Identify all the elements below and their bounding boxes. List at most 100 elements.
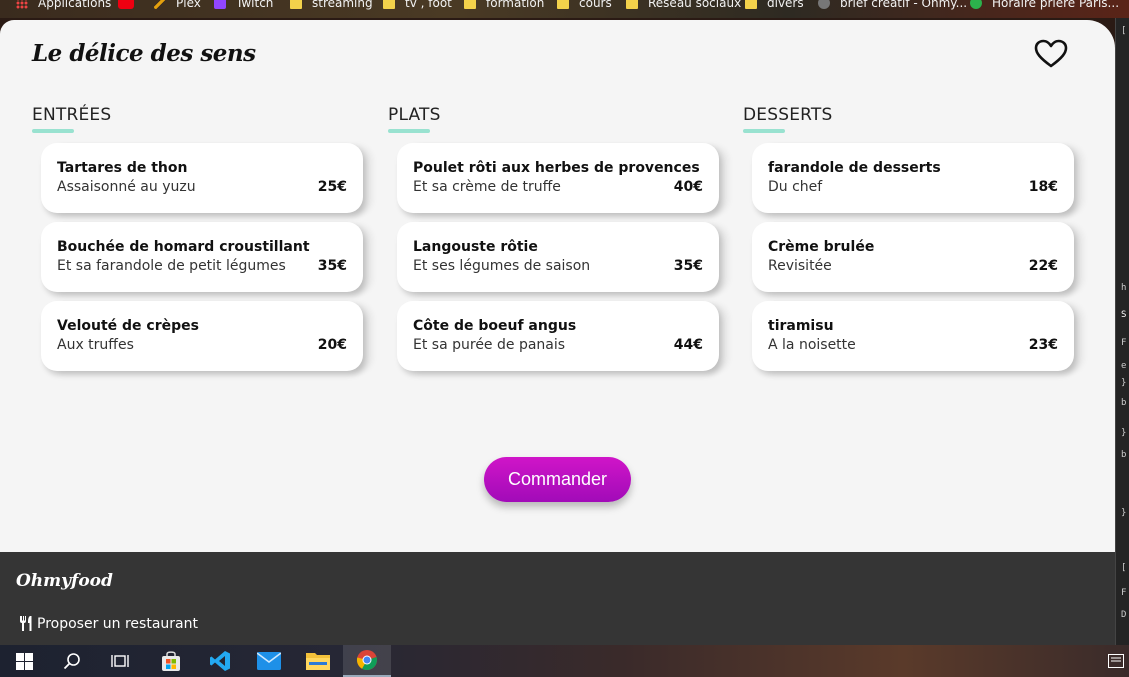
dish-card[interactable]: farandole de desserts Du chef 18€ (752, 143, 1074, 213)
devtools-glyph: h (1121, 283, 1127, 293)
devtools-glyph: [ (1121, 563, 1127, 573)
menu-section-entrees: ENTRÉES Tartares de thon Assaisonné au y… (32, 105, 372, 371)
file-explorer-icon[interactable] (294, 645, 342, 677)
devtools-glyph: [ (1121, 26, 1127, 36)
dish-card[interactable]: Langouste rôtie Et ses légumes de saison… (397, 222, 719, 292)
dish-name: Crème brulée (768, 239, 875, 255)
dish-price: 35€ (317, 258, 347, 274)
folder-icon (383, 0, 395, 9)
propose-restaurant-link[interactable]: Proposer un restaurant (18, 615, 198, 632)
bookmark-streaming[interactable]: streaming (290, 0, 373, 12)
devtools-glyph: D (1121, 610, 1127, 620)
dish-name: farandole de desserts (768, 160, 941, 176)
dish-price: 40€ (673, 179, 703, 195)
devtools-glyph: } (1121, 378, 1127, 388)
section-title: PLATS (388, 105, 441, 125)
bookmark-cours[interactable]: cours (557, 0, 612, 12)
section-underline (388, 129, 430, 133)
leaf-icon (970, 0, 982, 9)
folder-icon (464, 0, 476, 9)
dish-card[interactable]: Tartares de thon Assaisonné au yuzu 25€ (41, 143, 363, 213)
dish-name: Velouté de crèpes (57, 318, 199, 334)
bookmark-tv-foot[interactable]: tv , foot (383, 0, 452, 12)
bookmark-reseau-sociaux[interactable]: Réseau sociaux (626, 0, 741, 12)
mail-icon[interactable] (245, 645, 293, 677)
dish-description: Du chef (768, 179, 823, 195)
dish-name: Bouchée de homard croustillant (57, 239, 310, 255)
dish-description: A la noisette (768, 337, 856, 353)
section-title: ENTRÉES (32, 105, 112, 125)
heart-icon[interactable] (1034, 39, 1068, 69)
bookmark-plex[interactable]: Plex (154, 0, 201, 12)
dish-card[interactable]: Velouté de crèpes Aux truffes 20€ (41, 301, 363, 371)
dish-card[interactable]: Poulet rôti aux herbes de provences Et s… (397, 143, 719, 213)
restaurant-title: Le délice des sens (32, 40, 256, 67)
dish-price: 44€ (673, 337, 703, 353)
store-icon[interactable] (147, 645, 195, 677)
dish-name: Langouste rôtie (413, 239, 538, 255)
dish-description: Et sa purée de panais (413, 337, 566, 353)
section-underline (743, 129, 785, 133)
twitch-icon (214, 0, 226, 9)
folder-icon (290, 0, 302, 9)
dish-description: Et ses légumes de saison (413, 258, 591, 274)
notification-icon[interactable] (1102, 645, 1129, 677)
folder-icon (745, 0, 757, 9)
propose-restaurant-label: Proposer un restaurant (37, 615, 198, 632)
dish-price: 25€ (317, 179, 347, 195)
restaurant-page: Le délice des sens ENTRÉES Tartares de t… (0, 20, 1115, 552)
menu-section-plats: PLATS Poulet rôti aux herbes de provence… (388, 105, 728, 371)
devtools-glyph: b (1121, 398, 1127, 408)
folder-icon (557, 0, 569, 9)
devtools-glyph: } (1121, 508, 1127, 518)
bookmark-twitch[interactable]: Twitch (214, 0, 273, 12)
dish-price: 20€ (317, 337, 347, 353)
dish-name: Poulet rôti aux herbes de provences (413, 160, 700, 176)
folder-icon (626, 0, 638, 9)
section-underline (32, 129, 74, 133)
bookmark-applications[interactable]: Applications (16, 0, 111, 12)
task-view-icon[interactable] (96, 645, 144, 677)
search-icon[interactable] (48, 645, 96, 677)
bookmarks-bar: Applications Plex Twitch streaming tv , … (0, 0, 1129, 18)
dish-description: Revisitée (768, 258, 832, 274)
apps-grid-icon (16, 0, 28, 9)
footer-logo[interactable]: Ohmyfood (16, 571, 113, 591)
dish-card[interactable]: Bouchée de homard croustillant Et sa far… (41, 222, 363, 292)
dish-price: 22€ (1028, 258, 1058, 274)
order-button[interactable]: Commander (484, 457, 631, 502)
devtools-glyph: } (1121, 428, 1127, 438)
menu-section-desserts: DESSERTS farandole de desserts Du chef 1… (743, 105, 1083, 371)
chrome-icon[interactable] (343, 645, 391, 677)
youtube-icon (118, 0, 134, 9)
dish-card[interactable]: Crème brulée Revisitée 22€ (752, 222, 1074, 292)
devtools-glyph: F (1121, 338, 1127, 348)
vscode-icon[interactable] (196, 645, 244, 677)
dish-name: Côte de boeuf angus (413, 318, 577, 334)
bookmark-youtube[interactable] (118, 0, 144, 12)
devtools-glyph: S (1121, 310, 1127, 320)
dish-description: Et sa farandole de petit légumes (57, 258, 286, 274)
windows-start-icon[interactable] (0, 645, 48, 677)
taskbar (0, 645, 1129, 677)
bookmark-formation[interactable]: formation (464, 0, 544, 12)
dish-card[interactable]: Côte de boeuf angus Et sa purée de panai… (397, 301, 719, 371)
bookmark-divers[interactable]: divers (745, 0, 804, 12)
dish-card[interactable]: tiramisu A la noisette 23€ (752, 301, 1074, 371)
devtools-glyph: b (1121, 450, 1127, 460)
devtools-glyph: F (1121, 588, 1127, 598)
dish-description: Assaisonné au yuzu (57, 179, 196, 195)
devtools-panel[interactable]: [ h S F e } b } b } [ F D (1115, 18, 1129, 645)
devtools-glyph: e (1121, 361, 1127, 371)
bookmark-horaire-priere[interactable]: Horaire prière Paris... (970, 0, 1119, 12)
footer: Ohmyfood Proposer un restaurant (0, 552, 1115, 645)
dish-name: Tartares de thon (57, 160, 188, 176)
utensils-icon (20, 616, 32, 631)
dish-price: 35€ (673, 258, 703, 274)
dish-description: Et sa crème de truffe (413, 179, 561, 195)
dish-description: Aux truffes (57, 337, 134, 353)
plex-icon (154, 0, 166, 9)
dish-name: tiramisu (768, 318, 834, 334)
globe-icon (818, 0, 830, 9)
bookmark-brief-creatif[interactable]: brief creatif - Ohmy... (818, 0, 967, 12)
